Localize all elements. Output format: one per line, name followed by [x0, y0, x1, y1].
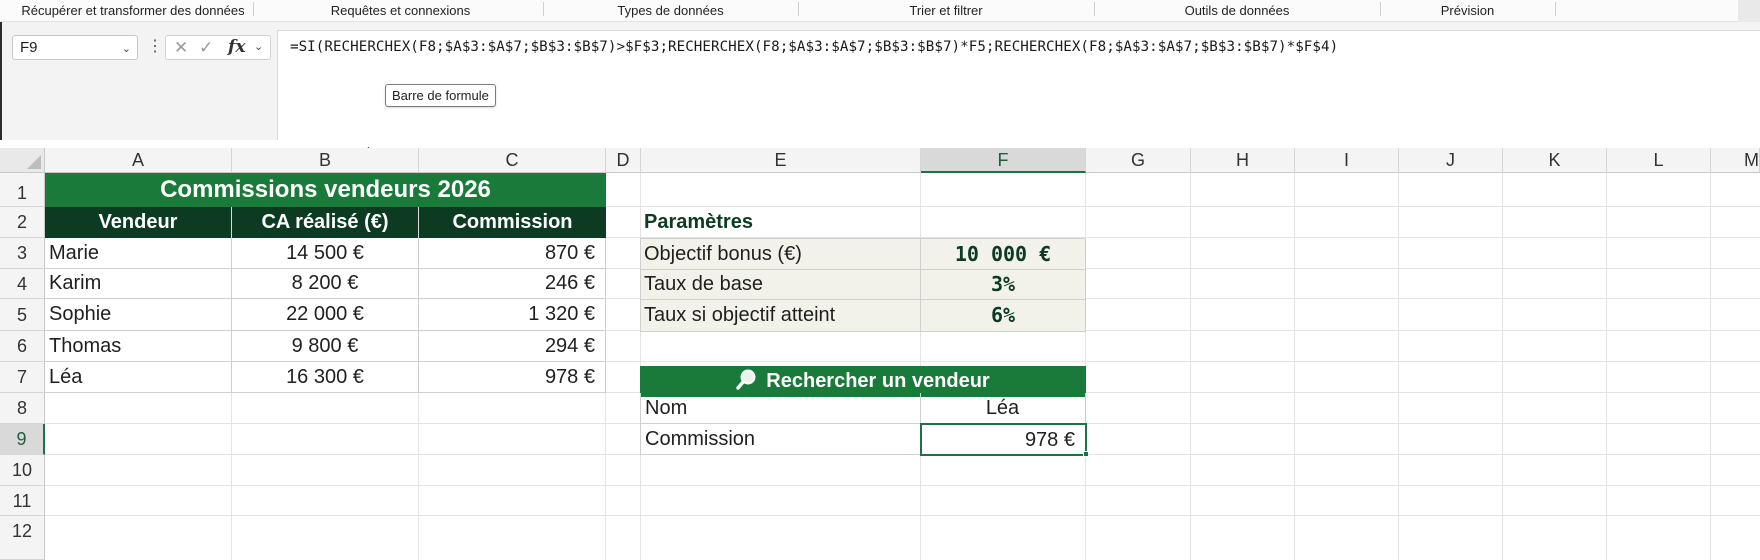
param-value-bonus-rate[interactable]: 6%	[920, 299, 1086, 332]
table-cell-revenue[interactable]: 14 500 €	[232, 238, 419, 269]
param-label-bonus-rate[interactable]: Taux si objectif atteint	[640, 299, 921, 332]
close-icon[interactable]: ✕	[174, 36, 188, 59]
lookup-label-name[interactable]: Nom	[640, 393, 921, 424]
table-cell-commission[interactable]: 1 320 €	[419, 299, 606, 331]
column-header-l[interactable]: L	[1607, 148, 1711, 173]
ribbon-group-sort-filter[interactable]: Trier et filtrer	[798, 0, 1094, 22]
table-cell-revenue[interactable]: 22 000 €	[232, 299, 419, 331]
parameters-title[interactable]: Paramètres	[644, 207, 920, 238]
name-box-value: F9	[20, 39, 38, 56]
fill-handle[interactable]	[1083, 451, 1089, 457]
formula-bar-tooltip: Barre de formule	[385, 84, 496, 107]
lookup-label-commission[interactable]: Commission	[640, 424, 921, 455]
table-cell-name[interactable]: Sophie	[45, 299, 232, 331]
table-cell-commission[interactable]: 294 €	[419, 331, 606, 362]
table-cell-commission[interactable]: 246 €	[419, 269, 606, 299]
ribbon-divider	[1555, 2, 1556, 16]
formula-input[interactable]: =SI(RECHERCHEX(F8;$A$3:$A$7;$B$3:$B$7)>$…	[277, 30, 1760, 140]
column-header-b[interactable]: B	[232, 148, 419, 173]
column-header-m[interactable]: M	[1711, 148, 1760, 173]
row-header-2[interactable]: 2	[0, 207, 45, 238]
column-header-h[interactable]: H	[1191, 148, 1295, 173]
window-edge	[0, 22, 2, 140]
column-header-g[interactable]: G	[1086, 148, 1191, 173]
param-label-objective[interactable]: Objectif bonus (€)	[640, 238, 921, 270]
chevron-down-icon[interactable]: ⌄	[254, 36, 263, 59]
column-header-c[interactable]: C	[419, 148, 606, 173]
ribbon-group-queries[interactable]: Requêtes et connexions	[258, 0, 543, 22]
row-header-11[interactable]: 11	[0, 486, 45, 516]
lookup-title: Rechercher un vendeur	[766, 370, 990, 392]
column-header-k[interactable]: K	[1503, 148, 1607, 173]
column-header-f[interactable]: F	[921, 148, 1086, 173]
row-header-12[interactable]: 12	[0, 516, 45, 560]
lookup-input-name[interactable]: Léa	[920, 393, 1086, 424]
check-icon[interactable]: ✓	[199, 36, 213, 59]
param-value-base-rate[interactable]: 3%	[920, 269, 1086, 300]
table-cell-commission[interactable]: 978 €	[419, 362, 606, 393]
spreadsheet-grid[interactable]: A B C D E F G H I J K L M 1 2 3 4 5 6 7 …	[0, 148, 1760, 560]
ribbon-group-data-tools[interactable]: Outils de données	[1094, 0, 1380, 22]
column-header-a[interactable]: A	[45, 148, 232, 173]
row-header-3[interactable]: 3	[0, 238, 45, 269]
param-value-objective[interactable]: 10 000 €	[920, 238, 1086, 270]
ribbon-group-get-transform[interactable]: Récupérer et transformer des données	[8, 0, 258, 22]
column-header-i[interactable]: I	[1295, 148, 1399, 173]
ribbon-group-labels: Récupérer et transformer des données Req…	[0, 0, 1760, 22]
sales-header-commission[interactable]: Commission	[419, 207, 606, 238]
table-cell-revenue[interactable]: 8 200 €	[232, 269, 419, 299]
fx-icon[interactable]: fx	[228, 36, 245, 59]
ribbon-group-data-types[interactable]: Types de données	[543, 0, 798, 22]
select-all-corner[interactable]	[0, 148, 45, 173]
ribbon-divider	[253, 2, 254, 16]
column-header-j[interactable]: J	[1399, 148, 1503, 173]
sales-header-vendeur[interactable]: Vendeur	[45, 207, 232, 238]
ribbon-edge	[1738, 0, 1760, 22]
formula-bar-area: F9 ⌄ ⋮ ✕ ✓ fx ⌄ =SI(RECHERCHEX(F8;$A$3:$…	[0, 22, 1760, 160]
column-header-d[interactable]: D	[606, 148, 641, 173]
selected-cell-f9[interactable]: 978 €	[920, 423, 1087, 456]
table-cell-revenue[interactable]: 9 800 €	[232, 331, 419, 362]
formula-actions: ✕ ✓ fx ⌄	[165, 35, 271, 60]
table-cell-name[interactable]: Karim	[45, 269, 232, 299]
table-cell-commission[interactable]: 870 €	[419, 238, 606, 269]
row-header-10[interactable]: 10	[0, 455, 45, 486]
row-header-4[interactable]: 4	[0, 269, 45, 299]
row-header-7[interactable]: 7	[0, 362, 45, 393]
row-header-9[interactable]: 9	[0, 424, 45, 455]
ribbon-group-forecast[interactable]: Prévision	[1380, 0, 1555, 22]
sales-table-title[interactable]: Commissions vendeurs 2026	[45, 173, 606, 207]
more-options-icon[interactable]: ⋮	[147, 35, 163, 60]
row-header-8[interactable]: 8	[0, 393, 45, 424]
sales-header-ca[interactable]: CA réalisé (€)	[232, 207, 419, 238]
magnifier-icon	[736, 368, 758, 390]
chevron-down-icon[interactable]: ⌄	[122, 38, 131, 61]
name-box[interactable]: F9 ⌄	[12, 35, 138, 60]
table-cell-name[interactable]: Marie	[45, 238, 232, 269]
table-cell-name[interactable]: Thomas	[45, 331, 232, 362]
column-header-e[interactable]: E	[641, 148, 921, 173]
table-cell-name[interactable]: Léa	[45, 362, 232, 393]
row-header-6[interactable]: 6	[0, 331, 45, 362]
table-cell-revenue[interactable]: 16 300 €	[232, 362, 419, 393]
row-header-5[interactable]: 5	[0, 299, 45, 331]
row-header-1[interactable]: 1	[0, 173, 45, 207]
select-all-triangle-icon	[27, 155, 41, 169]
formula-text: =SI(RECHERCHEX(F8;$A$3:$A$7;$B$3:$B$7)>$…	[290, 39, 1339, 55]
param-label-base-rate[interactable]: Taux de base	[640, 269, 921, 300]
